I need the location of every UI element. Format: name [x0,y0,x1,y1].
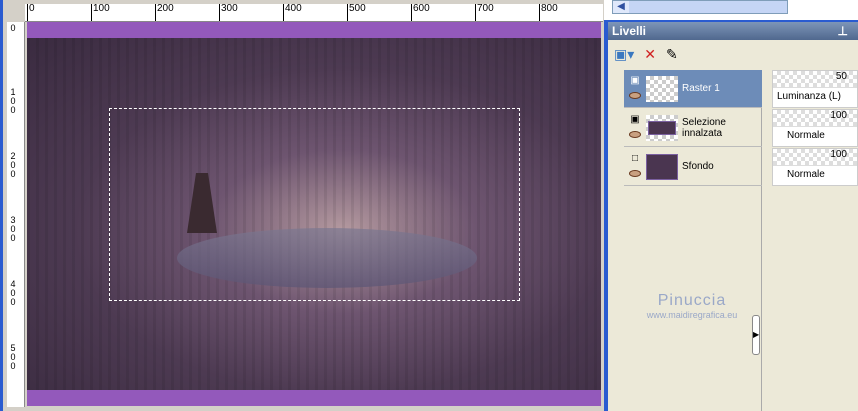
layer-visibility-icon[interactable]: ▣ [624,73,646,105]
ruler-label: 700 [475,4,505,21]
panel-title: Livelli [612,24,647,38]
ruler-label: 800 [539,4,569,21]
horizontal-scrollbar[interactable]: ◀ [612,0,788,14]
document-window: 0 100 200 300 400 500 600 700 800 0 100 200 300 400 5… [0,0,604,411]
ruler-label: 400 [10,279,16,307]
layer-raster-1[interactable]: ▣ Raster 1 [624,70,762,108]
blend-mode-select[interactable]: Luminanza (L) [773,87,857,105]
ruler-label: 500 [10,343,16,371]
watermark-url: www.maidiregrafica.eu [646,310,738,320]
layer-sfondo[interactable]: □ Sfondo [624,148,762,186]
layer-selezione-innalzata[interactable]: ▣ Selezione innalzata [624,109,762,147]
image-canvas[interactable] [27,22,601,406]
layer-thumbnail [646,114,678,141]
watermark-name: Pinuccia [657,292,727,309]
ruler-label: 600 [411,4,441,21]
layer-thumbnail [646,75,678,102]
layers-toolbar: ▣▾ ✕ ✎ [608,40,858,68]
ruler-label: 200 [155,4,185,21]
ruler-label: 500 [347,4,377,21]
overview-area: ◀ [604,0,858,20]
layer-visibility-icon[interactable]: ▣ [624,112,646,144]
watermark: Pinuccia www.maidiregrafica.eu [630,292,754,320]
ruler-label: 100 [91,4,121,21]
scroll-left-icon[interactable]: ◀ [613,1,629,13]
blend-mode-select[interactable]: Normale [773,165,857,183]
layer-thumbnail [646,153,678,180]
eye-icon[interactable] [629,91,641,99]
ruler-label: 300 [219,4,249,21]
eye-icon[interactable] [629,169,641,177]
layer-properties: 50 Luminanza (L) 100 Normale 100 Normale [772,70,858,187]
layer-props-0: 50 Luminanza (L) [772,70,858,108]
blend-mode-select[interactable]: Normale [773,126,857,144]
pin-icon[interactable]: ⊥ [838,24,848,38]
layer-list: ▣ Raster 1 ▣ Selezione innalzata □ Sfond… [610,70,762,411]
layers-panel: Livelli ⊥ ▣▾ ✕ ✎ ▣ Raster 1 ▣ Selezione i… [608,22,858,411]
ruler-label: 0 [27,4,57,21]
layer-props-1: 100 Normale [772,109,858,147]
ruler-label: 300 [10,215,16,243]
layer-name: Sfondo [682,161,714,172]
ruler-label: 0 [10,23,16,33]
ruler-label: 200 [10,151,16,179]
eye-icon[interactable] [629,130,641,138]
layer-props-2: 100 Normale [772,148,858,186]
ruler-label: 100 [10,87,16,115]
panel-title-bar: Livelli ⊥ [608,22,858,40]
layer-name: Raster 1 [682,83,720,94]
layer-visibility-icon[interactable]: □ [624,151,646,183]
opacity-slider[interactable]: 100 [773,110,857,126]
ruler-label: 400 [283,4,313,21]
vertical-ruler: 0 100 200 300 400 500 [7,22,25,407]
new-layer-icon[interactable]: ▣▾ [614,46,634,63]
horizontal-ruler: 0 100 200 300 400 500 600 700 800 [25,4,603,22]
collapse-arrow-icon[interactable]: ▶ [752,315,760,355]
opacity-slider[interactable]: 100 [773,149,857,165]
delete-layer-icon[interactable]: ✕ [644,46,656,63]
edit-selection-icon[interactable]: ✎ [666,46,678,63]
selection-marquee[interactable] [109,108,520,301]
opacity-slider[interactable]: 50 [773,71,857,87]
layer-name: Selezione innalzata [682,116,726,139]
